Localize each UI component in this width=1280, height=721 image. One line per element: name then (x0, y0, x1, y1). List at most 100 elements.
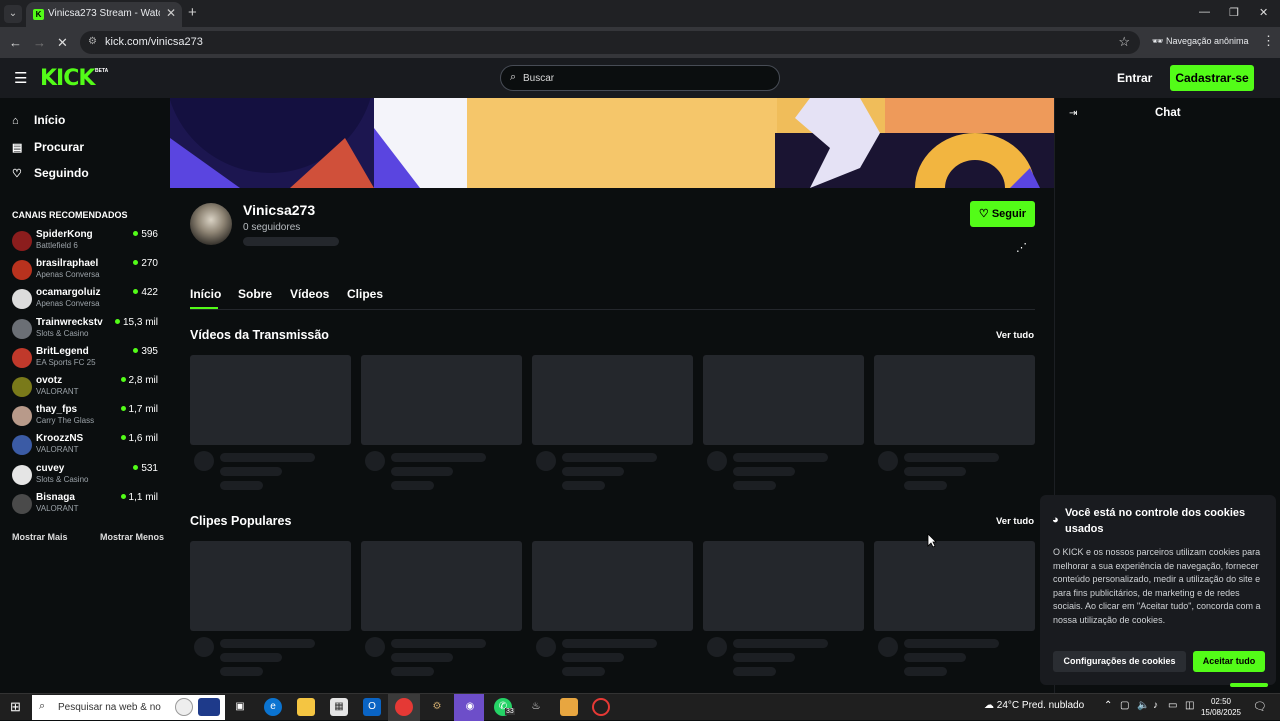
address-bar[interactable]: ⚙ kick.com/vinicsa273 ☆ (80, 31, 1140, 54)
search-highlight-icon (198, 698, 220, 716)
new-tab-icon[interactable]: + (188, 4, 197, 21)
search-box[interactable]: ⌕ (500, 65, 780, 91)
viewer-count: 531 (133, 463, 158, 474)
channel-item[interactable]: brasilraphael Apenas Conversa 270 (12, 258, 162, 284)
follow-button[interactable]: ♡ Seguir (970, 201, 1035, 227)
channel-item[interactable]: ocamargoluiz Apenas Conversa 422 (12, 287, 162, 313)
tray-app-icon[interactable]: ◫ (1185, 700, 1194, 711)
network-icon[interactable]: ▭ (1168, 700, 1177, 711)
restore-icon[interactable]: ❐ (1229, 6, 1239, 19)
task-view-icon[interactable]: ▣ (231, 698, 249, 716)
app-icon[interactable] (592, 698, 610, 716)
edge-icon[interactable]: e (264, 698, 282, 716)
channel-item[interactable]: BritLegend EA Sports FC 25 395 (12, 346, 162, 372)
share-icon[interactable]: ⋰ (1016, 241, 1027, 254)
incognito-indicator[interactable]: 🕶 Navegação anônima (1152, 36, 1249, 47)
text-skeleton (391, 467, 453, 476)
channel-banner (170, 98, 1054, 188)
live-dot-icon (133, 231, 139, 236)
volume-icon[interactable]: 🔈 (1137, 700, 1149, 711)
steam-icon[interactable]: ♨ (527, 698, 545, 716)
minimize-icon[interactable]: — (1199, 6, 1210, 18)
tab-inicio[interactable]: Início (190, 287, 221, 301)
site-info-icon[interactable]: ⚙ (88, 36, 97, 47)
tab-clipes[interactable]: Clipes (347, 287, 383, 301)
login-button[interactable]: Entrar (1117, 71, 1152, 85)
search-input[interactable] (523, 70, 773, 86)
viewer-count: 596 (133, 229, 158, 240)
chrome-icon[interactable] (395, 698, 413, 716)
video-card-skeleton[interactable] (190, 541, 351, 631)
tab-sobre[interactable]: Sobre (238, 287, 272, 301)
video-card-skeleton[interactable] (361, 355, 522, 445)
video-card-skeleton[interactable] (874, 355, 1035, 445)
viewer-count-value: 531 (141, 462, 158, 474)
mic-icon[interactable]: ♪ (1153, 700, 1158, 711)
clips-see-all-link[interactable]: Ver tudo (996, 516, 1034, 527)
video-card-skeleton[interactable] (874, 541, 1035, 631)
tabs-divider (190, 309, 1035, 310)
accept-all-button[interactable]: Aceitar tudo (1193, 651, 1265, 672)
back-icon[interactable]: ← (9, 35, 22, 50)
channel-avatar (12, 347, 32, 368)
forward-icon[interactable]: → (33, 35, 46, 50)
live-dot-icon (120, 435, 126, 441)
avatar-skeleton (707, 637, 727, 657)
discord-icon[interactable]: ◉ (461, 698, 479, 716)
store-icon[interactable]: ▦ (330, 698, 348, 716)
tray-chevron-icon[interactable]: ⌃ (1104, 700, 1112, 711)
taskbar-search-box[interactable]: ⌕ Pesquisar na web & no (32, 695, 225, 720)
window-close-icon[interactable]: ✕ (1259, 6, 1268, 19)
channel-item[interactable]: ovotz VALORANT 2,8 mil (12, 375, 162, 401)
tab-videos[interactable]: Vídeos (290, 287, 329, 301)
bookmark-star-icon[interactable]: ☆ (1118, 34, 1130, 50)
video-card-skeleton[interactable] (190, 355, 351, 445)
channel-item[interactable]: thay_fps Carry The Glass 1,7 mil (12, 404, 162, 430)
sidebar-item-procurar[interactable]: ▤ Procurar (12, 140, 84, 154)
app-icon[interactable] (560, 698, 578, 716)
file-explorer-icon[interactable] (297, 698, 315, 716)
taskbar-clock[interactable]: 02:50 15/08/2025 (1200, 696, 1242, 718)
channel-item[interactable]: KroozzNS VALORANT 1,6 mil (12, 433, 162, 459)
viewer-count-value: 1,6 mil (128, 433, 158, 445)
weather-widget[interactable]: ☁ 24°C Pred. nublado (984, 700, 1084, 711)
channel-item[interactable]: Trainwreckstv Slots & Casino 15,3 mil (12, 317, 162, 343)
cookie-settings-button[interactable]: Configurações de cookies (1053, 651, 1186, 672)
video-card-skeleton[interactable] (532, 541, 693, 631)
text-skeleton (562, 653, 624, 662)
kick-logo[interactable]: KICK (40, 66, 95, 91)
outlook-icon[interactable]: O (363, 698, 381, 716)
live-dot-icon (120, 493, 126, 499)
tab-close-icon[interactable]: ✕ (166, 6, 176, 20)
video-card-skeleton[interactable] (703, 541, 864, 631)
channel-item[interactable]: Bisnaga VALORANT 1,1 mil (12, 492, 162, 518)
url-text[interactable]: kick.com/vinicsa273 (105, 36, 203, 48)
menu-icon[interactable]: ☰ (14, 69, 27, 87)
show-more-button[interactable]: Mostrar Mais (12, 532, 68, 542)
banner-artwork (170, 98, 1054, 188)
browser-tab[interactable]: K Vinicsa273 Stream - Watch Live ✕ (26, 2, 182, 27)
collapse-chat-icon[interactable]: ⇥ (1069, 108, 1077, 119)
video-card-skeleton[interactable] (703, 355, 864, 445)
windows-start-icon[interactable]: ⊞ (10, 699, 21, 715)
sidebar-item-inicio[interactable]: ⌂ Início (12, 113, 65, 127)
app-icon[interactable]: ⚙ (428, 698, 446, 716)
show-less-button[interactable]: Mostrar Menos (100, 532, 164, 542)
channel-item[interactable]: cuvey Slots & Casino 531 (12, 463, 162, 489)
notifications-icon[interactable]: 🗨 (1253, 700, 1267, 713)
channel-avatar[interactable] (190, 203, 232, 245)
sidebar-item-seguindo[interactable]: ♡ Seguindo (12, 166, 89, 180)
signup-button[interactable]: Cadastrar-se (1170, 65, 1254, 91)
video-card-skeleton[interactable] (361, 541, 522, 631)
recommended-channels-title: CANAIS RECOMENDADOS (12, 210, 128, 220)
videos-see-all-link[interactable]: Ver tudo (996, 330, 1034, 341)
stop-loading-icon[interactable]: ✕ (57, 35, 68, 51)
text-skeleton (733, 481, 776, 490)
channel-name: thay_fps (36, 404, 78, 416)
browser-menu-icon[interactable]: ⋮ (1262, 33, 1275, 49)
chat-toggle-indicator[interactable] (1230, 683, 1268, 687)
video-card-skeleton[interactable] (532, 355, 693, 445)
tab-search-chevron-icon[interactable]: ⌄ (4, 5, 22, 23)
channel-item[interactable]: SpiderKong Battlefield 6 596 (12, 229, 162, 255)
tray-app-icon[interactable]: ▢ (1120, 700, 1129, 711)
